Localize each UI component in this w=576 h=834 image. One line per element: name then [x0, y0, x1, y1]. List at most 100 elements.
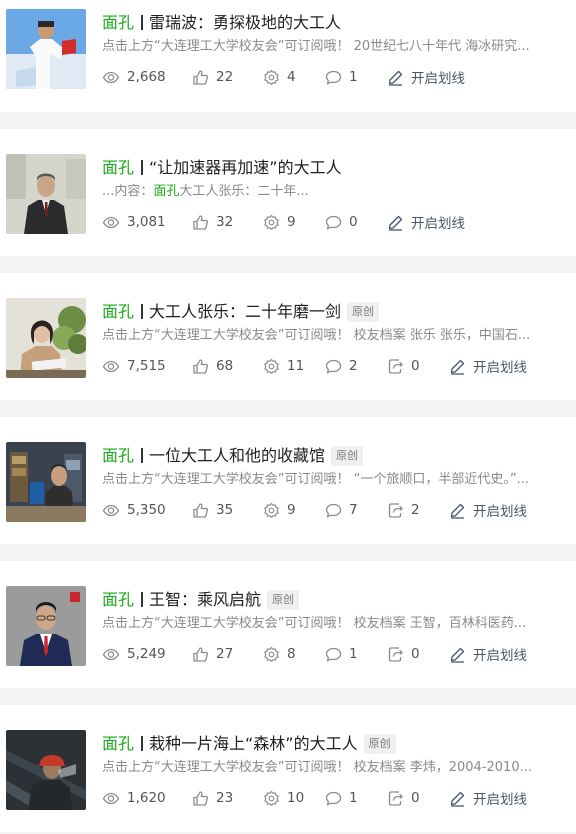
- share-button[interactable]: 4: [263, 69, 325, 86]
- article-title-text[interactable]: 大工人张乐：二十年磨一剑: [149, 298, 341, 325]
- article-thumbnail[interactable]: [6, 298, 86, 378]
- article-thumbnail[interactable]: [6, 730, 86, 810]
- thumbs-up-icon: [193, 502, 209, 518]
- man-suit-studio: [6, 586, 86, 666]
- highlight-toggle-button[interactable]: 开启划线: [449, 788, 527, 808]
- article-thumbnail[interactable]: [6, 9, 86, 89]
- original-badge: 原创: [267, 589, 300, 610]
- views-stat: 5,249: [102, 646, 192, 663]
- article-info: 面孔 王智：乘风启航 原创 点击上方“大连理工大学校友会”可订阅哦！ 校友档案 …: [102, 586, 564, 666]
- article-summary: 点击上方“大连理工大学校友会”可订阅哦！ 校友档案 李炜，2004-2010..…: [102, 758, 564, 778]
- like-button[interactable]: 27: [192, 646, 263, 663]
- article-card[interactable]: 面孔 王智：乘风启航 原创 点击上方“大连理工大学校友会”可订阅哦！ 校友档案 …: [0, 561, 576, 688]
- comments-count: 1: [349, 646, 358, 662]
- forward-button[interactable]: 0: [387, 358, 449, 375]
- article-card[interactable]: 面孔 雷瑞波：勇探极地的大工人 点击上方“大连理工大学校友会”可订阅哦！ 20世…: [0, 0, 576, 112]
- eye-icon: [102, 71, 120, 83]
- forwards-count: 0: [411, 358, 420, 374]
- title-separator: [141, 304, 144, 319]
- forwards-count: 0: [411, 646, 420, 662]
- forward-button[interactable]: 0: [387, 790, 449, 807]
- comment-button[interactable]: 1: [325, 790, 387, 807]
- article-card[interactable]: 面孔 栽种一片海上“森林”的大工人 原创 点击上方“大连理工大学校友会”可订阅哦…: [0, 705, 576, 832]
- article-stats: 5,249 27 8 1 0 开启划线: [102, 642, 564, 666]
- article-title-text[interactable]: “让加速器再加速”的大工人: [149, 154, 342, 181]
- comment-button[interactable]: 1: [325, 69, 387, 86]
- article-title-text[interactable]: 王智：乘风启航: [149, 586, 261, 613]
- views-count: 3,081: [127, 214, 166, 230]
- highlight-toggle-label: 开启划线: [473, 648, 527, 664]
- article-title[interactable]: 面孔 “让加速器再加速”的大工人: [102, 154, 564, 181]
- article-summary: 点击上方“大连理工大学校友会”可订阅哦！ 校友档案 王智，百林科医药...: [102, 614, 564, 634]
- article-info: 面孔 栽种一片海上“森林”的大工人 原创 点击上方“大连理工大学校友会”可订阅哦…: [102, 730, 564, 810]
- highlight-toggle-button[interactable]: 开启划线: [449, 644, 527, 664]
- share-button[interactable]: 9: [263, 214, 325, 231]
- comment-bubble-icon: [325, 70, 342, 84]
- forward-button[interactable]: 0: [387, 646, 449, 663]
- views-stat: 5,350: [102, 502, 192, 519]
- article-title-text[interactable]: 雷瑞波：勇探极地的大工人: [149, 9, 341, 36]
- summary-text: 点击上方“大连理工大学校友会”可订阅哦！ 校友档案 李炜，2004-2010..…: [102, 760, 532, 775]
- article-info: 面孔 “让加速器再加速”的大工人 ...内容：面孔大工人张乐：二十年... 3,…: [102, 154, 564, 234]
- eye-icon: [102, 504, 120, 516]
- woman-reading-plants: [6, 298, 86, 378]
- share-button[interactable]: 11: [263, 358, 325, 375]
- forward-button[interactable]: 2: [387, 502, 449, 519]
- like-button[interactable]: 23: [192, 790, 263, 807]
- article-summary: ...内容：面孔大工人张乐：二十年...: [102, 182, 564, 202]
- comment-button[interactable]: 2: [325, 358, 387, 375]
- like-button[interactable]: 68: [192, 358, 263, 375]
- article-thumbnail[interactable]: [6, 586, 86, 666]
- highlight-toggle-button[interactable]: 开启划线: [387, 67, 465, 87]
- likes-count: 23: [216, 790, 234, 806]
- column-tag[interactable]: 面孔: [102, 298, 134, 325]
- comment-button[interactable]: 7: [325, 502, 387, 519]
- column-tag[interactable]: 面孔: [102, 442, 134, 469]
- comment-button[interactable]: 1: [325, 646, 387, 663]
- like-button[interactable]: 22: [192, 69, 263, 86]
- comment-button[interactable]: 0: [325, 214, 387, 231]
- highlight-toggle-label: 开启划线: [411, 71, 465, 87]
- article-title[interactable]: 面孔 王智：乘风启航 原创: [102, 586, 564, 613]
- column-tag[interactable]: 面孔: [102, 730, 134, 757]
- comment-bubble-icon: [325, 359, 342, 373]
- column-tag[interactable]: 面孔: [102, 154, 134, 181]
- article-card[interactable]: 面孔 大工人张乐：二十年磨一剑 原创 点击上方“大连理工大学校友会”可订阅哦！ …: [0, 273, 576, 400]
- article-title-text[interactable]: 一位大工人和他的收藏馆: [149, 442, 325, 469]
- highlight-toggle-button[interactable]: 开启划线: [449, 356, 527, 376]
- share-button[interactable]: 9: [263, 502, 325, 519]
- column-tag[interactable]: 面孔: [102, 9, 134, 36]
- article-thumbnail[interactable]: [6, 442, 86, 522]
- highlight-toggle-button[interactable]: 开启划线: [449, 500, 527, 520]
- article-title-text[interactable]: 栽种一片海上“森林”的大工人: [149, 730, 358, 757]
- article-title[interactable]: 面孔 雷瑞波：勇探极地的大工人: [102, 9, 564, 36]
- pen-icon: [450, 503, 465, 519]
- summary-text: 点击上方“大连理工大学校友会”可订阅哦！ “一个旅顺口，半部近代史。”...: [102, 472, 529, 487]
- pen-icon: [450, 359, 465, 375]
- title-separator: [141, 448, 144, 463]
- highlight-toggle-label: 开启划线: [473, 792, 527, 808]
- article-list: 面孔 雷瑞波：勇探极地的大工人 点击上方“大连理工大学校友会”可订阅哦！ 20世…: [0, 0, 576, 832]
- share-button[interactable]: 10: [263, 790, 325, 807]
- article-card[interactable]: 面孔 “让加速器再加速”的大工人 ...内容：面孔大工人张乐：二十年... 3,…: [0, 129, 576, 256]
- article-card[interactable]: 面孔 一位大工人和他的收藏馆 原创 点击上方“大连理工大学校友会”可订阅哦！ “…: [0, 417, 576, 544]
- article-stats: 2,668 22 4 1 开启划线: [102, 65, 564, 89]
- article-title[interactable]: 面孔 一位大工人和他的收藏馆 原创: [102, 442, 564, 469]
- comments-count: 0: [349, 214, 358, 230]
- share-button[interactable]: 8: [263, 646, 325, 663]
- article-title[interactable]: 面孔 栽种一片海上“森林”的大工人 原创: [102, 730, 564, 757]
- article-thumbnail[interactable]: [6, 154, 86, 234]
- views-count: 5,249: [127, 646, 166, 662]
- like-button[interactable]: 32: [192, 214, 263, 231]
- article-title[interactable]: 面孔 大工人张乐：二十年磨一剑 原创: [102, 298, 564, 325]
- highlight-toggle-button[interactable]: 开启划线: [387, 212, 465, 232]
- article-info: 面孔 雷瑞波：勇探极地的大工人 点击上方“大连理工大学校友会”可订阅哦！ 20世…: [102, 9, 564, 89]
- forward-icon: [388, 358, 403, 374]
- gear-icon: [264, 69, 279, 85]
- column-tag[interactable]: 面孔: [102, 586, 134, 613]
- like-button[interactable]: 35: [192, 502, 263, 519]
- views-count: 5,350: [127, 502, 166, 518]
- likes-count: 32: [216, 214, 234, 230]
- pen-icon: [450, 647, 465, 663]
- gear-icon: [264, 502, 279, 518]
